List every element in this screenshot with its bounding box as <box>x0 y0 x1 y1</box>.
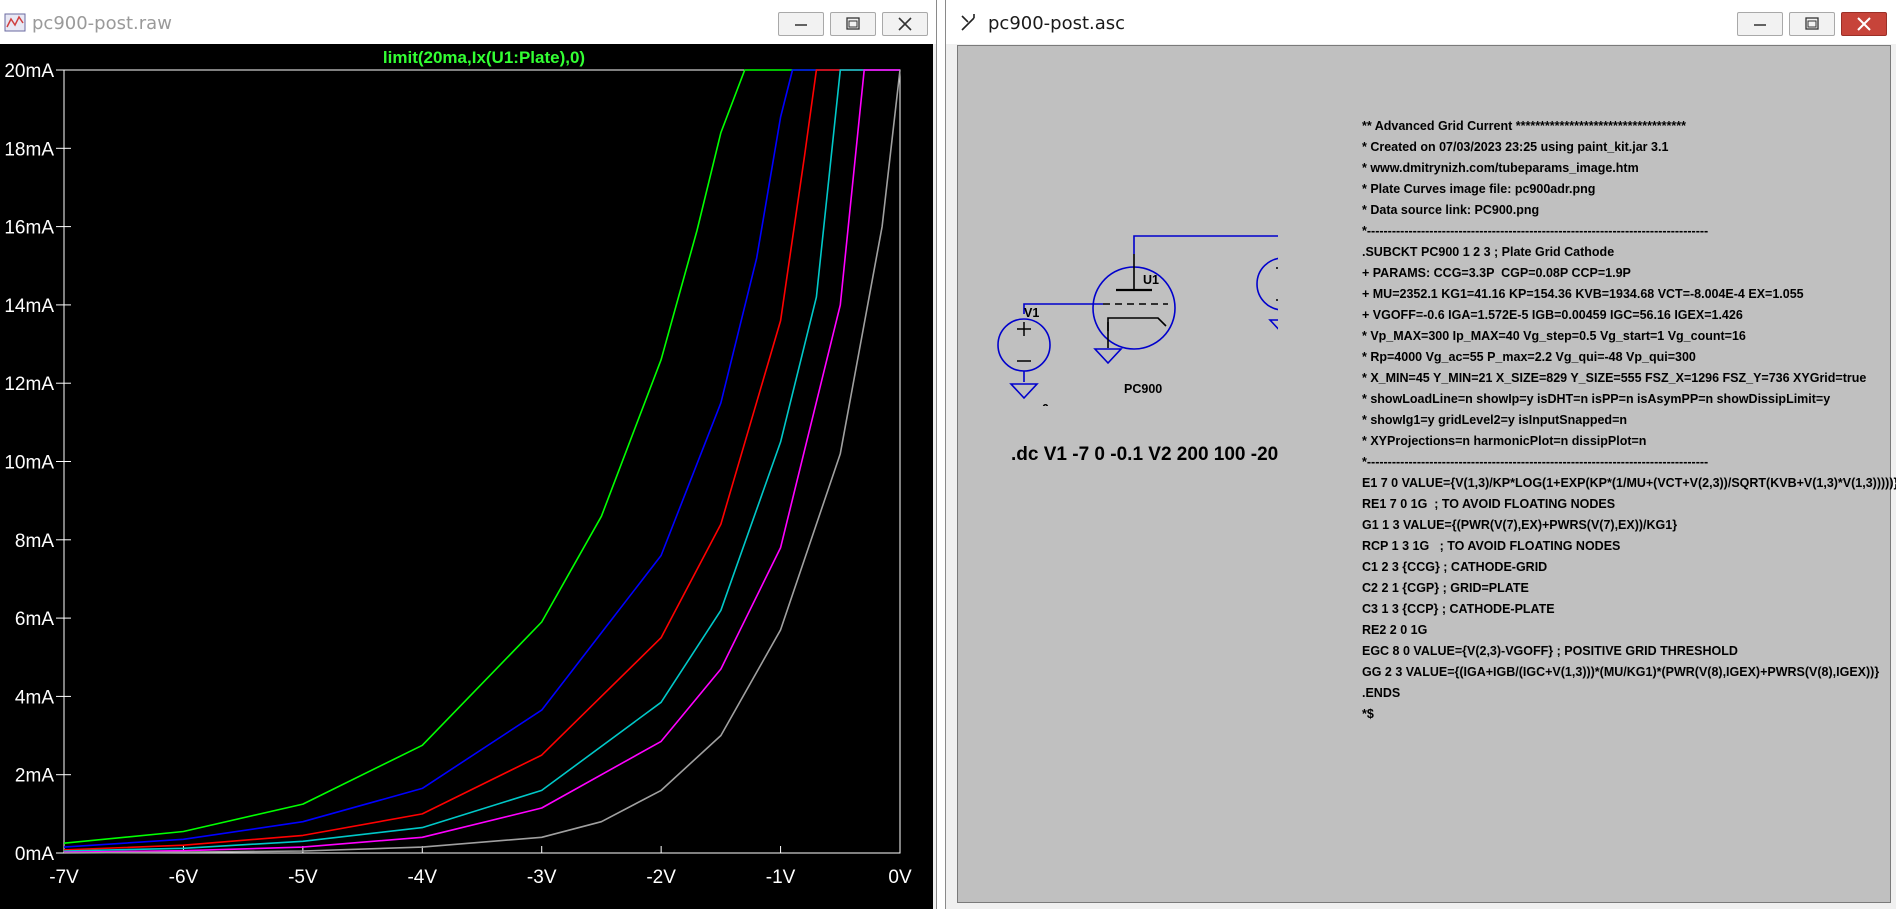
ground-symbol <box>1009 383 1039 400</box>
netlist-line: * Data source link: PC900.png <box>1362 203 1540 217</box>
minimize-button[interactable] <box>1737 12 1783 36</box>
netlist-line: .SUBCKT PC900 1 2 3 ; Plate Grid Cathode <box>1362 245 1615 259</box>
trace-line-3[interactable] <box>63 69 900 852</box>
y-tick-label: 2mA <box>15 766 54 787</box>
minimize-button[interactable] <box>778 12 824 36</box>
netlist-line: * showLoadLine=n showIp=y isDHT=n isPP=n… <box>1362 392 1831 406</box>
schematic-drawing: V2 V1 U1 PC900 0 0 <box>997 235 1278 406</box>
close-button[interactable] <box>1841 12 1887 36</box>
tube-model-label: PC900 <box>1124 382 1162 396</box>
dc-sweep-directive[interactable]: .dc V1 -7 0 -0.1 V2 200 100 -20 <box>1011 444 1278 466</box>
netlist-line: EGC 8 0 VALUE={V(2,3)-VGOFF} ; POSITIVE … <box>1362 644 1738 658</box>
y-tick-label: 20mA <box>4 61 54 82</box>
window-title: pc900-post.asc <box>988 13 1126 34</box>
close-button[interactable] <box>882 12 928 36</box>
netlist-line: * showIg1=y gridLevel2=y isInputSnapped=… <box>1362 413 1628 427</box>
plot-pane[interactable]: limit(20ma,Ix(U1:Plate),0) -7V -6V -5V -4V -… <box>0 44 933 909</box>
ground-label-v1: 0 <box>1042 402 1049 406</box>
netlist-line: * Created on 07/03/2023 23:25 using pain… <box>1362 140 1669 154</box>
trace-group <box>63 69 901 854</box>
x-tick-label: -3V <box>527 867 557 888</box>
y-tick-label: 18mA <box>4 139 54 160</box>
schematic-canvas[interactable]: V2 V1 U1 PC900 0 0 .dc V1 -7 0 -0.1 V2 2… <box>957 45 1896 903</box>
waveform-titlebar[interactable]: pc900-post.raw <box>0 0 936 44</box>
waveform-viewer-icon <box>4 13 26 32</box>
y-tick-label: 6mA <box>15 609 54 630</box>
x-tick-label: -2V <box>646 867 676 888</box>
maximize-button[interactable] <box>1789 12 1835 36</box>
y-tick-label: 14mA <box>4 296 54 317</box>
netlist-line: + VGOFF=-0.6 IGA=1.572E-5 IGB=0.00459 IG… <box>1362 308 1743 322</box>
netlist-line: ** Advanced Grid Current ***************… <box>1362 119 1686 133</box>
netlist-line: * www.dmitrynizh.com/tubeparams_image.ht… <box>1362 161 1639 175</box>
plot-frame <box>63 69 901 854</box>
trace-line-5[interactable] <box>63 69 901 854</box>
x-tick-label: -5V <box>288 867 318 888</box>
netlist-line: * X_MIN=45 Y_MIN=21 X_SIZE=829 Y_SIZE=55… <box>1362 371 1867 385</box>
netlist-line: * XYProjections=n harmonicPlot=n dissipP… <box>1362 434 1647 448</box>
maximize-button[interactable] <box>830 12 876 36</box>
y-tick-label: 0mA <box>15 844 54 865</box>
netlist-line: RCP 1 3 1G ; TO AVOID FLOATING NODES <box>1362 539 1621 553</box>
u1-label: U1 <box>1143 273 1159 287</box>
minimize-icon <box>1754 24 1766 26</box>
netlist-line: E1 7 0 VALUE={V(1,3)/KP*LOG(1+EXP(KP*(1/… <box>1362 476 1896 490</box>
spice-netlist-text[interactable]: ** Advanced Grid Current ***************… <box>1362 116 1896 725</box>
schematic-titlebar[interactable]: pc900-post.asc <box>946 0 1896 44</box>
netlist-line: *---------------------------------------… <box>1362 455 1709 469</box>
netlist-line: C3 1 3 {CCP} ; CATHODE-PLATE <box>1362 602 1555 616</box>
y-tick-label: 16mA <box>4 218 54 239</box>
x-tick-label: 0V <box>888 867 912 888</box>
netlist-line: .ENDS <box>1362 686 1401 700</box>
netlist-line: + MU=2352.1 KG1=41.16 KP=154.36 KVB=1934… <box>1362 287 1804 301</box>
voltage-source-v1[interactable] <box>997 318 1051 382</box>
netlist-line: RE2 2 0 1G <box>1362 623 1428 637</box>
netlist-line: C2 2 1 {CGP} ; GRID=PLATE <box>1362 581 1529 595</box>
maximize-icon <box>846 17 860 30</box>
close-icon <box>898 17 912 31</box>
waveform-window[interactable]: pc900-post.raw limit(20ma,Ix(U1:Plate),0… <box>0 0 937 909</box>
ground-symbol <box>1268 319 1278 330</box>
netlist-line: * Plate Curves image file: pc900adr.png <box>1362 182 1596 196</box>
window-title: pc900-post.raw <box>32 13 172 34</box>
x-tick-label: -1V <box>766 867 796 888</box>
netlist-line: GG 2 3 VALUE={(IGA+IGB/(IGC+V(1,3)))*(MU… <box>1362 665 1880 679</box>
minimize-icon <box>795 24 807 26</box>
y-tick-label: 4mA <box>15 687 54 708</box>
netlist-line: *$ <box>1362 707 1374 721</box>
netlist-line: * Rp=4000 Vg_ac=55 P_max=2.2 Vg_qui=-48 … <box>1362 350 1696 364</box>
y-tick-label: 10mA <box>4 453 54 474</box>
close-icon <box>1857 17 1871 31</box>
wire-plate[interactable] <box>1133 235 1278 254</box>
y-tick-label: 8mA <box>15 531 54 552</box>
netlist-line: * Vp_MAX=300 Ip_MAX=40 Vg_step=0.5 Vg_st… <box>1362 329 1746 343</box>
x-tick-label: -4V <box>407 867 437 888</box>
netlist-line: C1 2 3 {CCG} ; CATHODE-GRID <box>1362 560 1548 574</box>
x-tick-label: -6V <box>169 867 199 888</box>
y-axis: 0mA 2mA 4mA 6mA 8mA 10mA 12mA 14mA 16mA 18mA 20mA <box>4 61 71 865</box>
y-tick-label: 12mA <box>4 374 54 395</box>
plate-current-chart: limit(20ma,Ix(U1:Plate),0) -7V -6V -5V -4V -… <box>4 48 912 888</box>
netlist-line: G1 1 3 VALUE={(PWR(V(7),EX)+PWRS(V(7),EX… <box>1362 518 1678 532</box>
schematic-icon <box>961 14 975 31</box>
ground-symbol <box>1093 348 1123 365</box>
netlist-line: RE1 7 0 1G ; TO AVOID FLOATING NODES <box>1362 497 1616 511</box>
netlist-line: *---------------------------------------… <box>1362 224 1709 238</box>
voltage-source-v2[interactable] <box>1256 250 1278 318</box>
chart-title: limit(20ma,Ix(U1:Plate),0) <box>383 48 585 67</box>
x-tick-label: -7V <box>49 867 79 888</box>
maximize-icon <box>1805 17 1819 30</box>
v1-label: V1 <box>1024 306 1039 320</box>
triode-tube-u1[interactable] <box>1092 254 1176 350</box>
schematic-window[interactable]: pc900-post.asc V1 U1 PC900 .dc V1 -7 0 -… <box>945 0 1896 909</box>
netlist-line: + PARAMS: CCG=3.3P CGP=0.08P CCP=1.9P <box>1362 266 1631 280</box>
